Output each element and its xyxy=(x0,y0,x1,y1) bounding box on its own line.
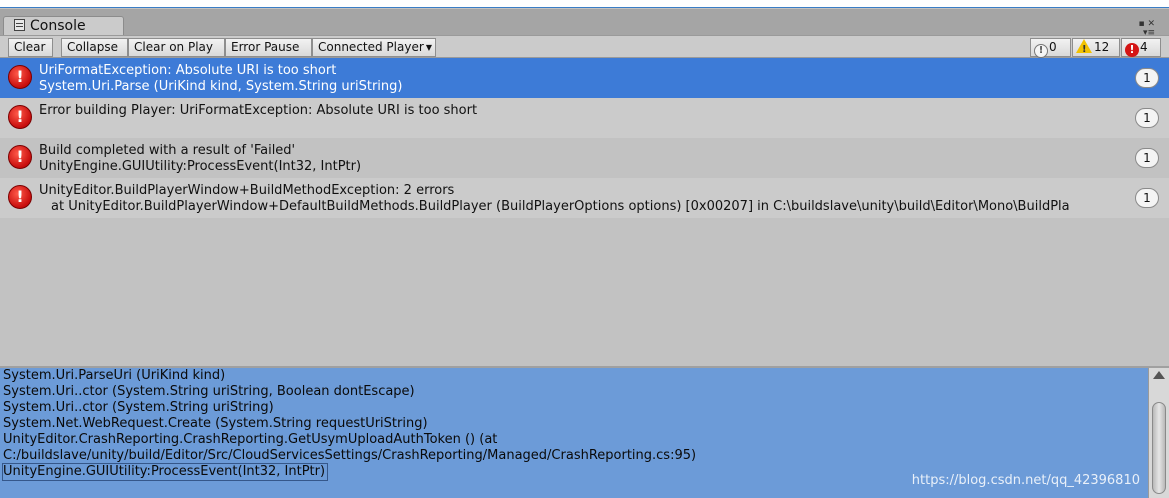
log-message: UriFormatException: Absolute URI is too … xyxy=(39,63,337,78)
console-toolbar: Clear Collapse Clear on Play Error Pause… xyxy=(0,35,1169,58)
error-pause-toggle[interactable]: Error Pause xyxy=(225,38,312,57)
info-count-toggle[interactable]: ! 0 xyxy=(1030,38,1071,58)
log-message: UnityEditor.BuildPlayerWindow+BuildMetho… xyxy=(39,183,455,198)
stack-trace-scrollbar[interactable] xyxy=(1148,368,1169,498)
stack-trace-line: UnityEditor.CrashReporting.CrashReportin… xyxy=(3,432,498,447)
log-entry[interactable]: ! Build completed with a result of 'Fail… xyxy=(0,138,1169,178)
stack-trace-line: UnityEngine.GUIUtility:ProcessEvent(Int3… xyxy=(1,463,329,481)
log-stack-line: UnityEngine.GUIUtility:ProcessEvent(Int3… xyxy=(39,159,362,174)
log-list: ! UriFormatException: Absolute URI is to… xyxy=(0,58,1169,366)
error-icon: ! xyxy=(8,185,32,209)
error-count: 4 xyxy=(1140,40,1148,54)
collapse-count-badge: 1 xyxy=(1135,68,1159,88)
stack-trace-line: C:/buildslave/unity/build/Editor/Src/Clo… xyxy=(3,448,697,463)
error-count-toggle[interactable]: ! 4 xyxy=(1121,38,1161,57)
scroll-up-icon[interactable] xyxy=(1153,371,1165,379)
watermark: https://blog.csdn.net/qq_42396810 xyxy=(911,473,1140,488)
stack-trace-line: System.Net.WebRequest.Create (System.Str… xyxy=(3,416,428,431)
info-icon: ! xyxy=(1034,44,1048,58)
stack-trace-line: System.Uri..ctor (System.String uriStrin… xyxy=(3,384,415,399)
error-icon: ! xyxy=(1125,43,1139,57)
collapse-count-badge: 1 xyxy=(1135,188,1159,208)
collapse-count-badge: 1 xyxy=(1135,108,1159,128)
log-stack-line: at UnityEditor.BuildPlayerWindow+Default… xyxy=(51,199,1070,214)
error-icon: ! xyxy=(8,65,32,89)
stack-trace-panel[interactable]: System.Uri.ParseUri (UriKind kind) Syste… xyxy=(0,368,1148,498)
collapse-toggle[interactable]: Collapse xyxy=(61,38,128,57)
error-icon: ! xyxy=(8,105,32,129)
dropdown-arrow-icon: ▼ xyxy=(425,43,432,52)
collapse-count-badge: 1 xyxy=(1135,148,1159,168)
stack-trace-line: System.Uri.ParseUri (UriKind kind) xyxy=(3,368,226,383)
connected-player-label: Connected Player xyxy=(318,40,424,54)
connected-player-dropdown[interactable]: Connected Player ▼ xyxy=(312,38,436,57)
clear-button[interactable]: Clear xyxy=(8,38,53,57)
warning-count: 12 xyxy=(1094,40,1110,54)
tab-console-label: Console xyxy=(30,18,86,34)
log-entry[interactable]: ! UnityEditor.BuildPlayerWindow+BuildMet… xyxy=(0,178,1169,218)
log-stack-line: System.Uri.Parse (UriKind kind, System.S… xyxy=(39,79,403,94)
tab-bar: Console ▪ ✕ ▾≡ xyxy=(0,9,1169,38)
warning-count-toggle[interactable]: 12 xyxy=(1072,38,1120,58)
warning-icon xyxy=(1076,39,1092,58)
log-entry[interactable]: ! Error building Player: UriFormatExcept… xyxy=(0,98,1169,138)
clear-on-play-toggle[interactable]: Clear on Play xyxy=(128,38,225,57)
stack-trace-line: System.Uri..ctor (System.String uriStrin… xyxy=(3,400,274,415)
info-count: 0 xyxy=(1049,40,1057,54)
scroll-thumb[interactable] xyxy=(1152,402,1166,494)
title-strip xyxy=(0,0,1169,8)
log-message: Build completed with a result of 'Failed… xyxy=(39,143,296,158)
tab-console[interactable]: Console xyxy=(3,16,124,36)
log-entry[interactable]: ! UriFormatException: Absolute URI is to… xyxy=(0,58,1169,98)
log-message: Error building Player: UriFormatExceptio… xyxy=(39,103,478,118)
error-icon: ! xyxy=(8,145,32,169)
console-icon xyxy=(14,19,25,31)
